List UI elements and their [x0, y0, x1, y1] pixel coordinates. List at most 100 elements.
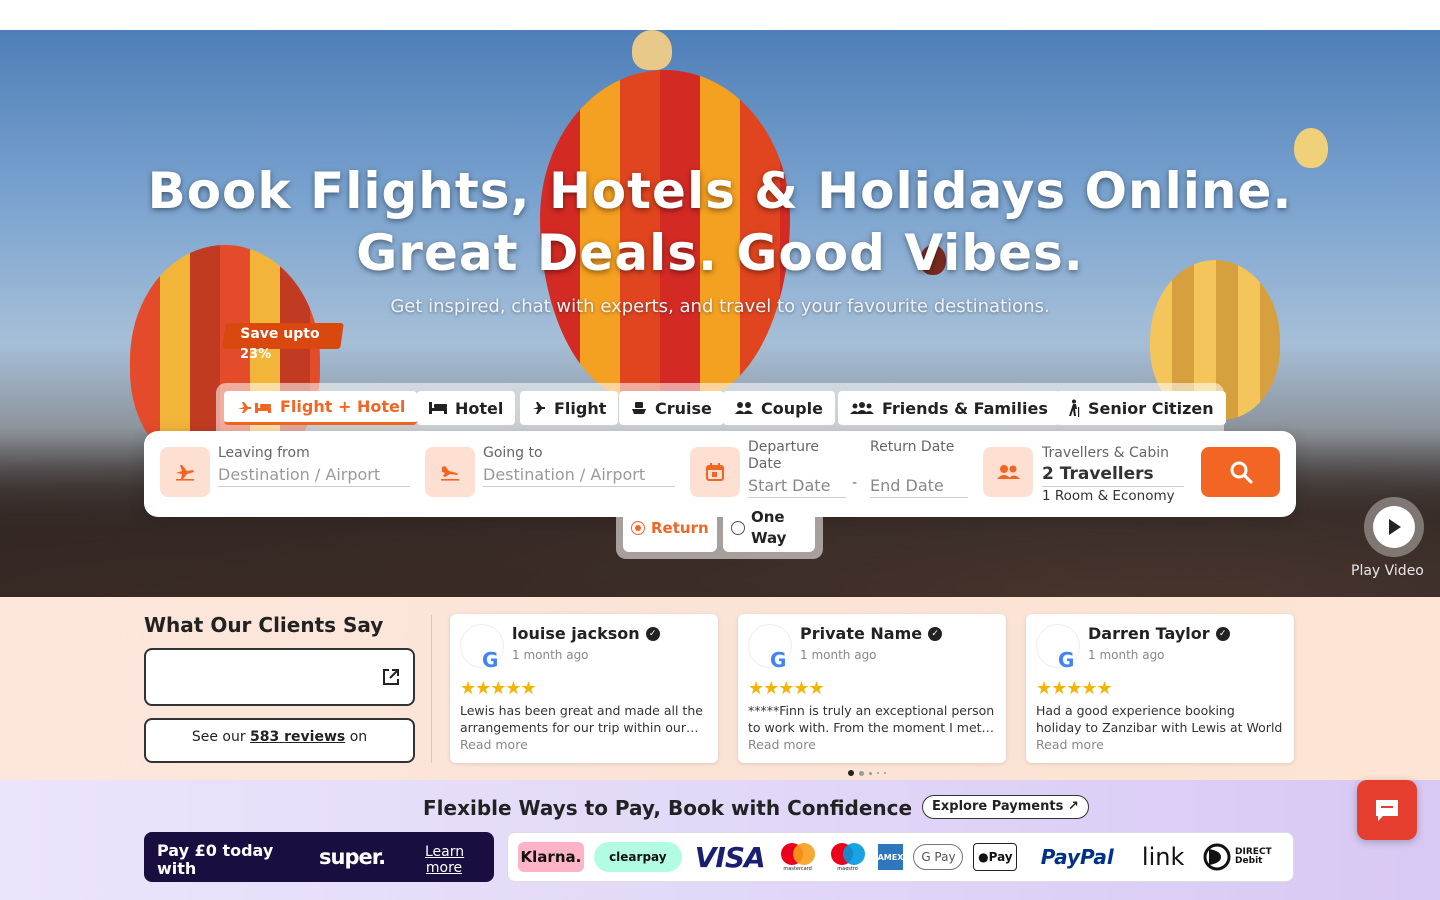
- reviews-title: What Our Clients Say: [144, 613, 384, 637]
- calendar-icon: [690, 447, 740, 497]
- tab-couple[interactable]: Couple: [723, 391, 835, 425]
- payments-title: Flexible Ways to Pay, Book with Confiden…: [423, 796, 913, 820]
- google-icon: G: [770, 648, 787, 672]
- verified-icon: ✓: [1215, 626, 1230, 641]
- klarna-logo: Klarna.: [518, 842, 584, 872]
- divider: [431, 615, 432, 763]
- top-bar: [0, 0, 1440, 30]
- save-badge-percent: 23%: [240, 347, 272, 362]
- tab-friends-families[interactable]: Friends & Families: [838, 391, 1060, 425]
- carousel-dot[interactable]: [877, 772, 879, 774]
- trustpilot-widget[interactable]: [144, 648, 415, 706]
- review-card[interactable]: G louise jackson ✓ 1 month ago ★★★★★ Lewi…: [450, 614, 718, 763]
- tab-flight[interactable]: Flight: [520, 391, 619, 425]
- ship-icon: [632, 402, 646, 414]
- direct-debit-logo: DIRECT Debit: [1199, 842, 1283, 872]
- reviewer-name: Darren Taylor ✓: [1088, 624, 1230, 643]
- carousel-dot[interactable]: [859, 770, 864, 776]
- tab-senior-citizen[interactable]: Senior Citizen: [1056, 391, 1226, 425]
- save-badge: Save upto: [222, 323, 344, 349]
- learn-more-link[interactable]: Learn more: [425, 844, 464, 876]
- leaving-label: Leaving from: [218, 445, 310, 461]
- hero-title-line1: Book Flights, Hotels & Holidays Online.: [147, 162, 1293, 220]
- start-date-input[interactable]: Start Date: [748, 476, 846, 498]
- carousel-dot[interactable]: [848, 770, 854, 776]
- plane-bed-icon: [238, 401, 271, 413]
- paypal-logo: PayPal: [1040, 845, 1114, 869]
- going-input[interactable]: Destination / Airport: [483, 465, 675, 487]
- tab-label: Friends & Families: [882, 398, 1048, 418]
- review-date: 1 month ago: [800, 648, 877, 662]
- search-icon: [1230, 461, 1253, 484]
- google-pay-logo: G Pay: [913, 844, 964, 870]
- tab-flight-hotel[interactable]: Flight + Hotel: [224, 391, 418, 425]
- verified-icon: ✓: [645, 626, 660, 641]
- star-rating: ★★★★★: [748, 678, 825, 699]
- reviews-count: 583: [250, 729, 280, 745]
- reviewer-name-text: louise jackson: [512, 624, 640, 643]
- carousel-dot[interactable]: [884, 772, 886, 774]
- going-label: Going to: [483, 445, 543, 461]
- explore-payments-button[interactable]: Explore Payments ↗: [922, 795, 1089, 819]
- maestro-logo: maestro: [828, 842, 868, 872]
- tab-label: Couple: [761, 398, 823, 418]
- clearpay-logo: clearpay: [593, 842, 682, 872]
- chat-button[interactable]: [1357, 780, 1417, 840]
- group-icon: [850, 402, 874, 414]
- arrival-plane-icon: [425, 447, 475, 497]
- apple-pay-logo: ● Pay: [973, 843, 1018, 871]
- external-link-icon: [383, 669, 399, 685]
- one-way-option-label: One Way: [751, 508, 787, 547]
- return-label: Return Date: [870, 439, 955, 455]
- plane-icon: [533, 402, 545, 414]
- review-date: 1 month ago: [1088, 648, 1165, 662]
- review-card[interactable]: G Darren Taylor ✓ 1 month ago ★★★★★ Had a…: [1026, 614, 1294, 763]
- tab-hotel[interactable]: Hotel: [417, 391, 516, 425]
- mastercard-logo-text: mastercard: [783, 866, 812, 872]
- travellers-input[interactable]: 2 Travellers: [1042, 464, 1184, 487]
- hero-title-line2: Great Deals. Good Vibes.: [356, 224, 1084, 282]
- tab-label: Flight: [554, 398, 607, 418]
- review-date: 1 month ago: [512, 648, 589, 662]
- tab-label: Cruise: [655, 398, 712, 418]
- travellers-label: Travellers & Cabin: [1042, 445, 1169, 461]
- chat-icon: [1376, 800, 1398, 821]
- return-radio[interactable]: [631, 521, 645, 535]
- read-more-link[interactable]: Read more: [1036, 737, 1104, 752]
- google-icon: G: [1058, 648, 1075, 672]
- travellers-sub: 1 Room & Economy: [1042, 488, 1175, 504]
- bed-icon: [429, 402, 447, 414]
- reviews-count-suffix: reviews: [284, 729, 346, 745]
- link-logo: link: [1141, 843, 1185, 871]
- read-more-link[interactable]: Read more: [460, 737, 528, 752]
- leaving-input[interactable]: Destination / Airport: [218, 465, 410, 487]
- reviews-section: What Our Clients Say See our 583 reviews…: [0, 597, 1440, 780]
- end-date-input[interactable]: End Date: [870, 476, 968, 498]
- maestro-logo-text: maestro: [837, 866, 858, 872]
- save-badge-label: Save upto: [240, 326, 320, 342]
- tab-label: Senior Citizen: [1088, 398, 1214, 418]
- apple-pay-logo-text: Pay: [988, 850, 1013, 864]
- search-button[interactable]: [1201, 447, 1280, 497]
- tab-label: Hotel: [455, 398, 504, 418]
- date-separator: -: [852, 475, 858, 491]
- one-way-radio[interactable]: [731, 521, 745, 535]
- carousel-dot[interactable]: [869, 771, 872, 775]
- departure-plane-icon: [160, 447, 210, 497]
- reviewer-name: louise jackson ✓: [512, 624, 660, 643]
- review-text: Had a good experience booking holiday to…: [1036, 703, 1283, 735]
- review-text: *****Finn is truly an exceptional person…: [748, 703, 995, 735]
- read-more-link[interactable]: Read more: [748, 737, 816, 752]
- super-text: Pay £0 today with: [157, 841, 274, 878]
- one-way-option[interactable]: One Way: [723, 504, 815, 552]
- tab-cruise[interactable]: Cruise: [619, 391, 724, 425]
- couple-icon: [735, 402, 753, 414]
- return-option[interactable]: Return: [623, 504, 717, 552]
- reviews-count-link[interactable]: See our 583 reviews on: [144, 718, 415, 763]
- play-video-button[interactable]: [1364, 497, 1424, 557]
- reviews-count-on: on: [349, 729, 368, 745]
- reviewer-name-text: Private Name: [800, 624, 923, 643]
- balloon-image: [632, 30, 672, 70]
- payments-section: Flexible Ways to Pay, Book with Confiden…: [0, 780, 1440, 900]
- review-card[interactable]: G Private Name ✓ 1 month ago ★★★★★ *****F…: [738, 614, 1006, 763]
